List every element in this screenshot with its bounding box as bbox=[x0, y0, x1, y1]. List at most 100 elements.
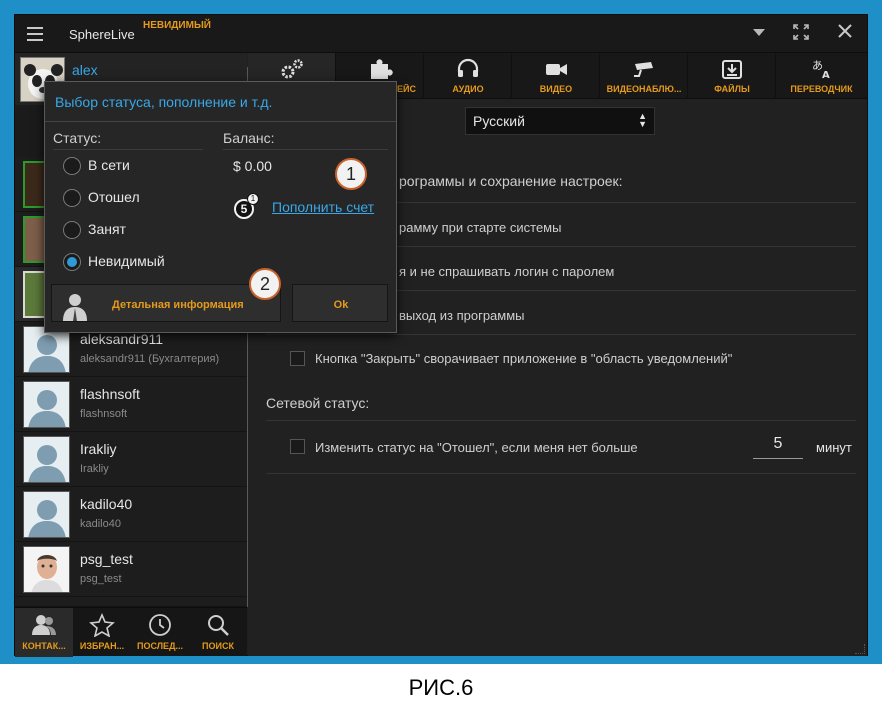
popup-title: Выбор статуса, пополнение и т.д. bbox=[55, 94, 273, 110]
hamburger-menu-icon[interactable] bbox=[27, 27, 43, 41]
avatar bbox=[23, 491, 70, 538]
radio-button bbox=[63, 189, 81, 207]
top-up-link[interactable]: Пополнить счет bbox=[272, 199, 374, 215]
option-label: рамму при старте системы bbox=[399, 220, 562, 235]
person-icon bbox=[63, 294, 87, 321]
option-label: Кнопка "Закрыть" сворачивает приложение … bbox=[315, 351, 733, 366]
puzzle-icon bbox=[370, 59, 393, 79]
window-frame: SphereLive НЕВИДИМЫЙ alex aleksandr911 a… bbox=[0, 0, 882, 664]
minutes-input[interactable]: 5 bbox=[753, 435, 803, 459]
translate-icon: あA bbox=[812, 59, 830, 80]
status-popup: Выбор статуса, пополнение и т.д. Статус:… bbox=[44, 81, 397, 333]
divider bbox=[223, 149, 388, 150]
nav-favorites[interactable]: ИЗБРАН... bbox=[73, 608, 131, 657]
close-icon[interactable] bbox=[834, 24, 856, 43]
option-label: я и не спрашивать логин с паролем bbox=[399, 264, 615, 279]
contact-subtitle: aleksandr911 (Бухгалтерия) bbox=[80, 353, 220, 365]
star-icon bbox=[89, 613, 115, 637]
tab-video[interactable]: ВИДЕО bbox=[512, 53, 600, 99]
divider bbox=[45, 121, 396, 122]
option-label: Изменить статус на "Отошел", если меня н… bbox=[315, 440, 638, 455]
clock-icon bbox=[149, 614, 171, 636]
nav-contacts[interactable]: КОНТАК... bbox=[15, 608, 73, 657]
divider bbox=[266, 420, 856, 421]
nav-label: ИЗБРАН... bbox=[79, 641, 125, 651]
minutes-label: минут bbox=[816, 440, 852, 455]
user-name: alex bbox=[72, 62, 98, 78]
option-label: выход из программы bbox=[399, 308, 525, 323]
tab-translator[interactable]: あA ПЕРЕВОДЧИК bbox=[776, 53, 867, 99]
divider bbox=[53, 149, 203, 150]
radio-label: В сети bbox=[88, 157, 130, 173]
resize-grip[interactable] bbox=[855, 644, 865, 654]
status-heading: Статус: bbox=[53, 130, 102, 146]
away-status-checkbox[interactable] bbox=[290, 439, 305, 454]
contact-row-flashnsoft[interactable]: flashnsoft flashnsoft bbox=[15, 377, 247, 432]
avatar bbox=[23, 326, 70, 373]
svg-text:A: A bbox=[822, 70, 830, 80]
radio-label: Невидимый bbox=[88, 253, 165, 269]
contact-row-psg-test[interactable]: psg_test psg_test bbox=[15, 542, 247, 597]
contact-row-kadilo40[interactable]: kadilo40 kadilo40 bbox=[15, 487, 247, 542]
app-title: SphereLive bbox=[69, 27, 135, 42]
tool-label: АУДИО bbox=[452, 84, 484, 94]
balance-heading: Баланс: bbox=[223, 130, 275, 146]
tab-surveillance[interactable]: ВИДЕОНАБЛЮ... bbox=[600, 53, 688, 99]
button-label: Ok bbox=[333, 299, 349, 311]
callout-2: 2 bbox=[249, 268, 281, 300]
contact-subtitle: kadilo40 bbox=[80, 518, 121, 530]
bottom-nav: КОНТАК... ИЗБРАН... ПОСЛЕД... ПОИСК bbox=[15, 607, 247, 657]
dropdown-arrow-icon[interactable] bbox=[748, 24, 770, 42]
contact-subtitle: psg_test bbox=[80, 573, 122, 585]
headset-icon bbox=[457, 58, 478, 77]
nav-label: КОНТАК... bbox=[22, 641, 66, 651]
fullscreen-icon[interactable] bbox=[790, 24, 812, 45]
radio-button bbox=[63, 157, 81, 175]
contact-name: flashnsoft bbox=[80, 386, 140, 402]
contact-name: Irakliy bbox=[80, 441, 117, 457]
title-bar: SphereLive НЕВИДИМЫЙ bbox=[15, 15, 867, 53]
radio-button bbox=[63, 221, 81, 239]
language-select[interactable]: Русский ▲ ▼ bbox=[465, 107, 655, 135]
select-arrows-icon: ▲ ▼ bbox=[638, 111, 647, 129]
avatar bbox=[23, 381, 70, 428]
list-item[interactable] bbox=[15, 597, 247, 607]
contact-subtitle: Irakliy bbox=[80, 463, 109, 475]
button-label: Детальная информация bbox=[112, 299, 244, 311]
search-icon bbox=[208, 615, 229, 636]
tool-label: ФАЙЛЫ bbox=[714, 84, 750, 94]
divider bbox=[266, 473, 856, 474]
divider bbox=[266, 334, 856, 335]
contact-row-irakliy[interactable]: Irakliy Irakliy bbox=[15, 432, 247, 487]
callout-1: 1 bbox=[335, 158, 367, 190]
avatar bbox=[23, 546, 70, 593]
nav-search[interactable]: ПОИСК bbox=[189, 608, 247, 657]
contacts-icon bbox=[32, 615, 56, 635]
tab-files[interactable]: ФАЙЛЫ bbox=[688, 53, 776, 99]
radio-label: Отошел bbox=[88, 189, 140, 205]
camera-icon bbox=[545, 64, 567, 75]
section-heading: Сетевой статус: bbox=[266, 395, 370, 411]
details-button[interactable]: Детальная информация bbox=[51, 284, 281, 322]
status-tag: НЕВИДИМЫЙ bbox=[143, 20, 211, 31]
callout-5-superscript: 1 bbox=[247, 193, 259, 205]
ok-button[interactable]: Ok bbox=[292, 284, 388, 322]
gears-icon bbox=[281, 59, 303, 79]
nav-recent[interactable]: ПОСЛЕД... bbox=[131, 608, 189, 657]
tool-label: ПЕРЕВОДЧИК bbox=[790, 84, 853, 94]
radio-button-selected bbox=[63, 253, 81, 271]
minimize-to-tray-checkbox[interactable] bbox=[290, 351, 305, 366]
avatar bbox=[23, 436, 70, 483]
tool-label: ВИДЕО bbox=[539, 84, 573, 94]
nav-label: ПОСЛЕД... bbox=[137, 641, 183, 651]
balance-value: $ 0.00 bbox=[233, 158, 272, 174]
contact-name: kadilo40 bbox=[80, 496, 133, 512]
tool-label: ВИДЕОНАБЛЮ... bbox=[606, 84, 682, 94]
section-heading: рограммы и сохранение настроек: bbox=[399, 173, 623, 189]
tab-audio[interactable]: АУДИО bbox=[424, 53, 512, 99]
contact-subtitle: flashnsoft bbox=[80, 408, 128, 420]
nav-label: ПОИСК bbox=[202, 641, 234, 651]
radio-label: Занят bbox=[88, 221, 126, 237]
figure-caption: РИС.6 bbox=[408, 675, 474, 700]
download-icon bbox=[721, 60, 742, 79]
